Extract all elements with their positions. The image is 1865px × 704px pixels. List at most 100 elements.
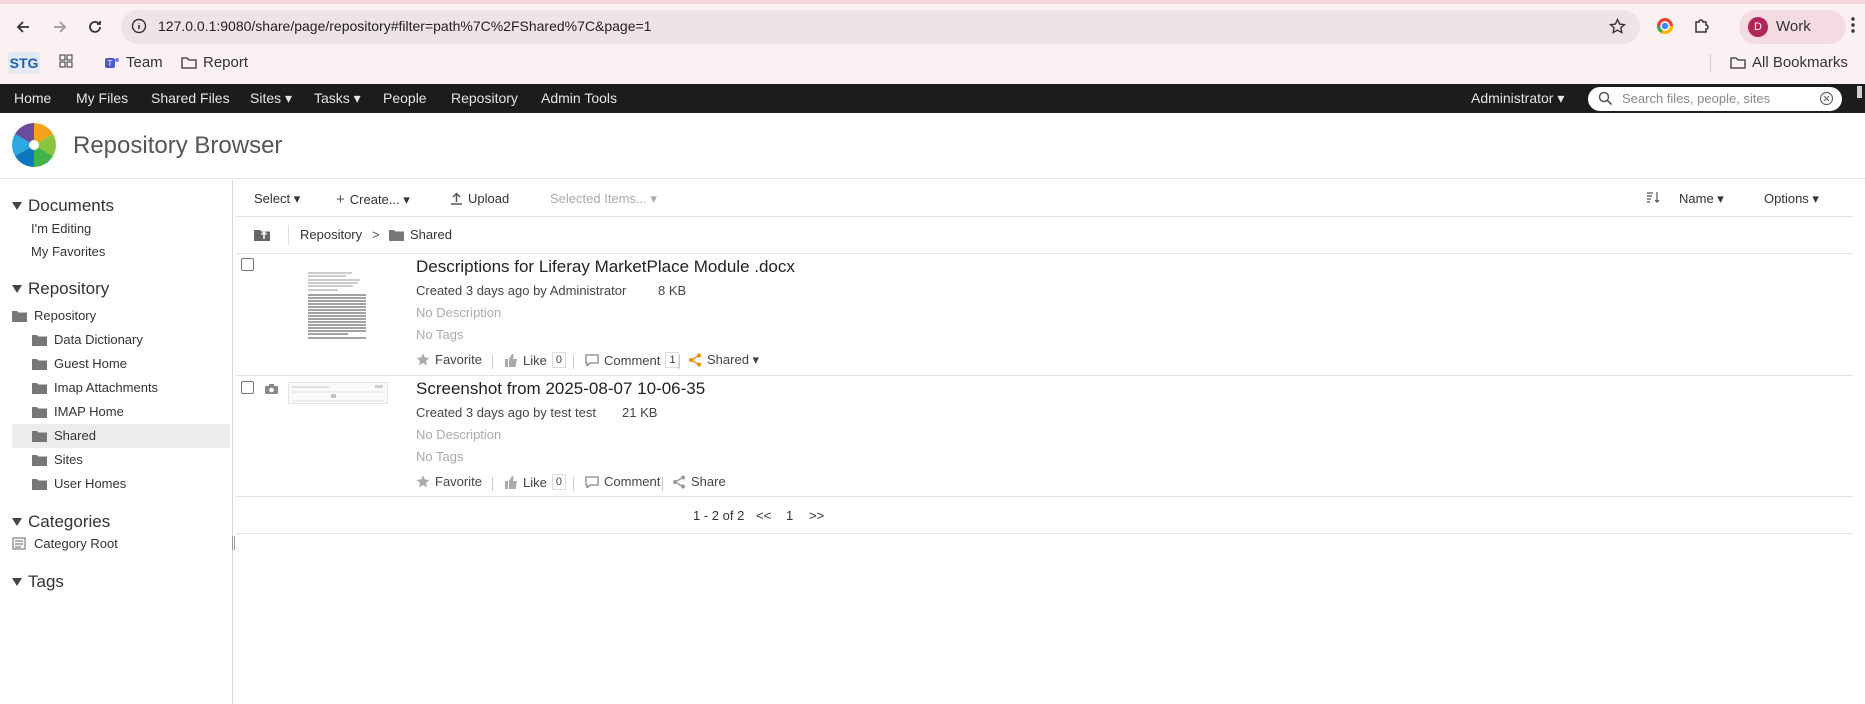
tree-node-category-root[interactable]: Category Root — [12, 536, 118, 551]
folder-icon — [32, 454, 47, 466]
select-menu[interactable]: Select ▾ — [254, 191, 300, 207]
document-thumbnail[interactable] — [308, 270, 368, 342]
path-bar: Repository > Shared — [236, 217, 1853, 254]
page-scrollbar[interactable] — [1857, 86, 1862, 98]
forward-button[interactable] — [47, 14, 73, 40]
nav-people[interactable]: People — [383, 90, 427, 106]
tree-node-data-dictionary[interactable]: Data Dictionary — [32, 332, 143, 347]
tree-label: Shared — [54, 428, 96, 443]
document-description: No Description — [416, 305, 502, 320]
thumbs-up-icon — [505, 353, 517, 367]
pager-previous[interactable]: << — [756, 508, 771, 523]
action-divider — [492, 355, 493, 369]
tree-node-user-homes[interactable]: User Homes — [32, 476, 126, 491]
comment-button[interactable]: Comment 1 — [585, 352, 680, 368]
action-divider — [573, 477, 574, 491]
comment-button[interactable]: Comment — [585, 474, 660, 489]
comment-label: Comment — [604, 474, 661, 489]
nav-sites[interactable]: Sites ▾ — [250, 90, 292, 107]
shared-menu-button[interactable]: Shared ▾ — [688, 352, 759, 368]
tree-node-imap-attachments[interactable]: Imap Attachments — [32, 380, 158, 395]
folder-up-icon[interactable] — [254, 227, 271, 241]
pager-next[interactable]: >> — [809, 508, 824, 523]
options-menu[interactable]: Options ▾ — [1764, 191, 1819, 207]
sort-direction-button[interactable] — [1646, 191, 1660, 204]
pager-page-1[interactable]: 1 — [786, 508, 793, 523]
like-button[interactable]: Like 0 — [504, 474, 566, 490]
create-menu[interactable]: + Create... ▾ — [336, 191, 410, 208]
comment-icon — [585, 475, 599, 488]
nav-tasks[interactable]: Tasks ▾ — [314, 90, 361, 107]
profile-button[interactable]: D Work — [1739, 10, 1846, 44]
folder-icon — [32, 334, 47, 346]
image-thumbnail[interactable] — [288, 382, 388, 404]
tree-node-shared[interactable]: Shared — [32, 428, 96, 443]
row-checkbox[interactable] — [241, 258, 254, 271]
search-icon — [1598, 91, 1613, 106]
upload-button[interactable]: Upload — [450, 191, 509, 206]
bookmark-stg[interactable]: STG — [8, 52, 40, 74]
tree-node-guest-home[interactable]: Guest Home — [32, 356, 127, 371]
documents-section-toggle[interactable]: Documents — [12, 196, 114, 216]
document-description: No Description — [416, 427, 502, 442]
documents-heading: Documents — [28, 196, 114, 215]
folder-icon — [389, 229, 404, 241]
row-checkbox[interactable] — [241, 381, 254, 394]
create-label: Create... ▾ — [349, 191, 410, 207]
sidebar-item-im-editing[interactable]: I'm Editing — [31, 221, 91, 236]
extensions-puzzle-icon[interactable] — [1693, 16, 1711, 34]
tree-label: Data Dictionary — [54, 332, 143, 347]
sidebar: Documents I'm Editing My Favorites Repos… — [0, 180, 233, 704]
reload-button[interactable] — [82, 14, 108, 40]
apps-grid-icon[interactable] — [59, 54, 73, 68]
search-input[interactable]: Search files, people, sites — [1588, 87, 1842, 111]
folder-icon — [32, 382, 47, 394]
browser-menu-icon[interactable] — [1850, 16, 1856, 34]
repository-section-toggle[interactable]: Repository — [12, 279, 109, 299]
clear-search-icon[interactable] — [1819, 91, 1834, 106]
comment-count: 1 — [665, 352, 680, 368]
chrome-extension-icon[interactable] — [1655, 16, 1675, 36]
tree-label: User Homes — [54, 476, 127, 491]
selected-items-menu[interactable]: Selected Items... ▾ — [550, 191, 657, 207]
document-title-link[interactable]: Screenshot from 2025-08-07 10-06-35 — [416, 379, 705, 399]
nav-my-files[interactable]: My Files — [76, 90, 128, 106]
tree-node-imap-home[interactable]: IMAP Home — [32, 404, 124, 419]
breadcrumb-shared[interactable]: Shared — [389, 227, 452, 242]
like-button[interactable]: Like 0 — [504, 352, 566, 368]
document-title-link[interactable]: Descriptions for Liferay MarketPlace Mod… — [416, 257, 795, 277]
breadcrumb-repository[interactable]: Repository — [300, 227, 362, 242]
all-bookmarks[interactable]: All Bookmarks — [1730, 54, 1848, 71]
tab-strip-edge — [0, 0, 1865, 4]
bookmark-report[interactable]: Report — [181, 54, 248, 71]
bookmark-team[interactable]: T Team — [104, 54, 163, 71]
sidebar-resize-handle[interactable] — [232, 536, 235, 550]
divider — [288, 225, 289, 245]
user-menu[interactable]: Administrator ▾ — [1471, 90, 1564, 107]
bookmark-report-label: Report — [203, 54, 249, 71]
favorite-button[interactable]: Favorite — [416, 474, 482, 489]
address-bar[interactable]: 127.0.0.1:9080/share/page/repository#fil… — [121, 10, 1640, 44]
site-info-icon[interactable] — [131, 18, 147, 34]
tree-node-sites[interactable]: Sites — [32, 452, 83, 467]
nav-home[interactable]: Home — [14, 90, 51, 106]
nav-admin-tools[interactable]: Admin Tools — [541, 90, 617, 106]
collapse-triangle-icon — [12, 285, 22, 293]
sidebar-item-my-favorites[interactable]: My Favorites — [31, 244, 105, 259]
share-icon — [673, 475, 685, 488]
back-button[interactable] — [10, 14, 36, 40]
tags-section-toggle[interactable]: Tags — [12, 572, 64, 592]
profile-label: Work — [1776, 18, 1811, 35]
categories-heading: Categories — [28, 512, 111, 531]
tree-node-repository[interactable]: Repository — [12, 308, 96, 323]
nav-repository[interactable]: Repository — [451, 90, 518, 106]
url-text[interactable]: 127.0.0.1:9080/share/page/repository#fil… — [158, 18, 651, 34]
categories-section-toggle[interactable]: Categories — [12, 512, 110, 532]
sort-field-menu[interactable]: Name ▾ — [1679, 191, 1724, 207]
svg-text:T: T — [108, 59, 113, 68]
bookmark-star-icon[interactable] — [1609, 18, 1626, 35]
favorite-button[interactable]: Favorite — [416, 352, 482, 367]
share-button[interactable]: Share — [672, 474, 726, 489]
nav-shared-files[interactable]: Shared Files — [151, 90, 230, 106]
tree-label: Guest Home — [54, 356, 127, 371]
